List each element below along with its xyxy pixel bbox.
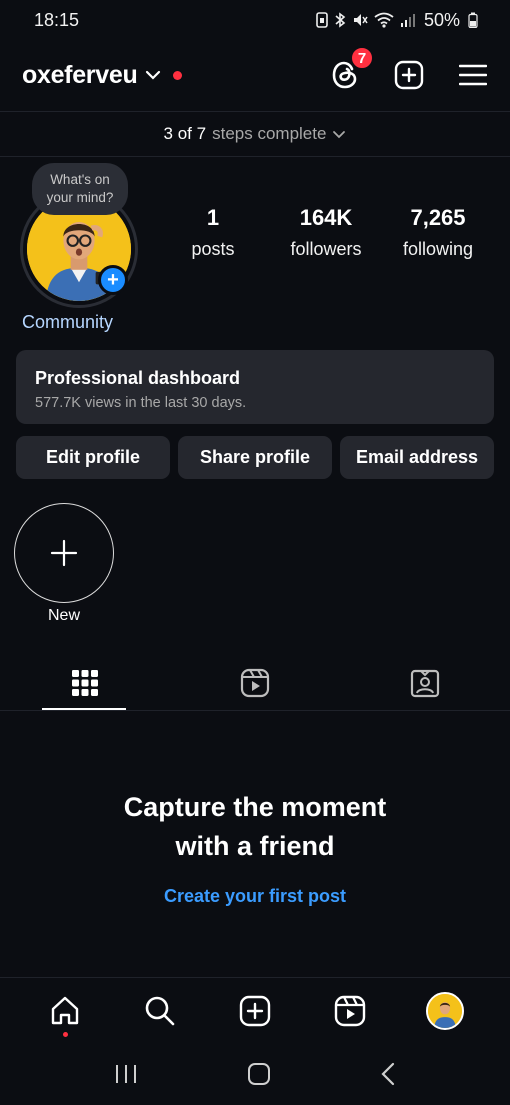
content-tabs	[0, 655, 510, 711]
tab-reels[interactable]	[170, 655, 340, 711]
dashboard-title: Professional dashboard	[35, 368, 241, 388]
reels-icon	[240, 668, 270, 698]
home-square-icon	[247, 1063, 270, 1085]
battery-percent: 50%	[423, 9, 460, 30]
professional-dashboard-card[interactable]: Professional dashboard 577.7K views in t…	[16, 350, 494, 424]
tab-posts[interactable]	[0, 655, 170, 711]
stat-value: 1	[206, 205, 220, 230]
home-notification-dot	[62, 1031, 68, 1037]
dashboard-subtitle: 577.7K views in the last 30 days.	[35, 395, 247, 411]
nav-reels[interactable]	[330, 991, 370, 1031]
steps-count: 3 of 7	[163, 124, 207, 143]
nav-home[interactable]	[45, 991, 85, 1037]
stat-label: following	[402, 239, 474, 259]
empty-headline-line1: Capture the moment	[123, 792, 387, 822]
username: oxeferveu	[22, 60, 138, 89]
recent-apps-button[interactable]	[114, 1063, 138, 1090]
stat-value: 164K	[299, 205, 353, 230]
mute-icon	[353, 14, 368, 26]
profile-screen: 18:15 50% oxeferveu 7 3 of 7 steps compl…	[0, 0, 510, 1105]
sim-icon	[316, 12, 328, 28]
steps-progress[interactable]: 3 of 7 steps complete	[0, 112, 510, 156]
empty-headline-line2: with a friend	[175, 831, 335, 861]
share-profile-button[interactable]: Share profile	[178, 436, 332, 479]
stat-following[interactable]: 7,265 following	[386, 205, 490, 260]
tab-tagged[interactable]	[340, 655, 510, 711]
account-switcher[interactable]: oxeferveu	[22, 60, 183, 90]
nav-search[interactable]	[140, 991, 180, 1031]
back-button[interactable]	[380, 1062, 396, 1091]
reels-icon	[334, 995, 365, 1026]
signal-icon	[400, 14, 415, 27]
menu-button[interactable]	[458, 60, 488, 90]
tagged-icon	[410, 669, 440, 698]
stat-label: followers	[290, 239, 362, 259]
profile-stats: 1 posts 164K followers 7,265 following	[160, 205, 500, 260]
new-highlight-label: New	[47, 607, 80, 624]
steps-label: steps complete	[212, 124, 327, 143]
menu-icon	[459, 64, 487, 86]
nav-profile[interactable]	[425, 991, 465, 1031]
recent-apps-icon	[116, 1065, 137, 1083]
profile-avatar	[425, 991, 464, 1030]
grid-icon	[72, 670, 98, 696]
note-bubble[interactable]: What's on your mind?	[32, 163, 128, 215]
notification-dot	[173, 70, 183, 80]
person-illustration	[427, 993, 462, 1028]
home-system-button[interactable]	[247, 1062, 271, 1091]
stat-posts[interactable]: 1 posts	[160, 205, 266, 260]
empty-state: Capture the moment with a friend Create …	[0, 788, 510, 907]
bottom-navigation	[0, 977, 510, 1043]
threads-badge: 7	[350, 46, 374, 70]
home-icon	[52, 996, 79, 1024]
create-icon	[239, 995, 271, 1026]
wifi-icon	[374, 12, 394, 28]
status-bar: 18:15 50%	[0, 0, 510, 40]
create-first-post-link[interactable]: Create your first post	[0, 886, 510, 907]
bluetooth-icon	[335, 12, 346, 28]
divider	[0, 156, 510, 157]
community-link[interactable]: Community	[22, 312, 113, 333]
threads-button[interactable]: 7	[330, 46, 374, 90]
add-icon	[394, 60, 424, 90]
divider	[0, 710, 510, 711]
email-address-button[interactable]: Email address	[340, 436, 494, 479]
edit-profile-button[interactable]: Edit profile	[16, 436, 170, 479]
status-time: 18:15	[34, 9, 80, 30]
search-icon	[145, 996, 175, 1025]
profile-header: oxeferveu 7	[0, 42, 510, 108]
stat-value: 7,265	[410, 205, 466, 230]
add-story-button[interactable]: +	[98, 265, 128, 295]
stat-label: posts	[191, 239, 235, 259]
nav-create[interactable]	[235, 991, 275, 1031]
chevron-down-icon	[146, 70, 161, 80]
system-navigation	[0, 1048, 510, 1105]
plus-icon	[50, 539, 78, 567]
profile-actions: Edit profile Share profile Email address	[16, 436, 494, 479]
battery-icon	[468, 12, 478, 28]
new-highlight-button[interactable]	[14, 503, 114, 603]
stat-followers[interactable]: 164K followers	[266, 205, 386, 260]
back-icon	[381, 1062, 394, 1086]
create-button[interactable]	[394, 60, 424, 90]
chevron-down-icon	[333, 130, 346, 138]
